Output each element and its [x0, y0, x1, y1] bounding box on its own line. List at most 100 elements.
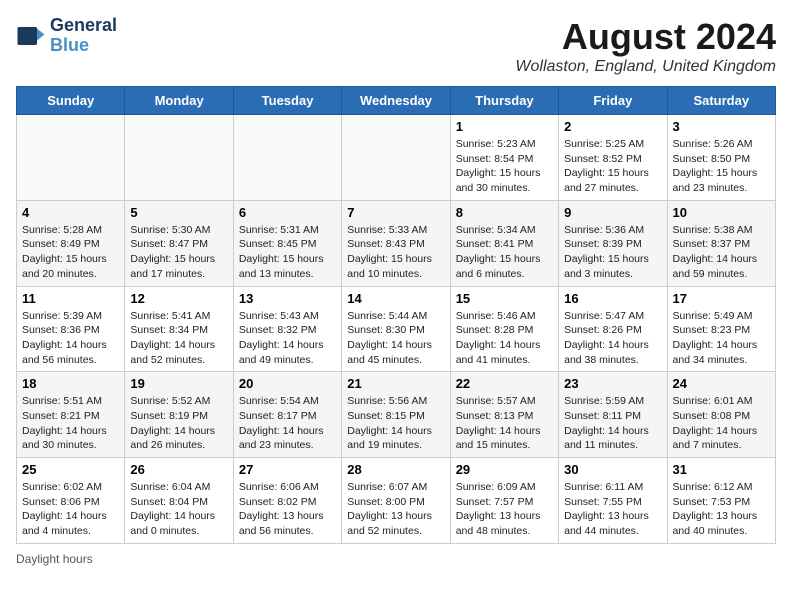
day-info: Sunrise: 5:59 AMSunset: 8:11 PMDaylight:… [564, 394, 661, 453]
calendar-day-cell: 18Sunrise: 5:51 AMSunset: 8:21 PMDayligh… [17, 372, 125, 458]
calendar-day-cell [233, 115, 341, 201]
day-info: Sunrise: 5:54 AMSunset: 8:17 PMDaylight:… [239, 394, 336, 453]
month-year: August 2024 [515, 16, 776, 58]
calendar-week-row: 4 Sunrise: 5:28 AMSunset: 8:49 PMDaylight… [17, 200, 776, 286]
day-info: Sunrise: 6:11 AMSunset: 7:55 PMDaylight:… [564, 480, 661, 539]
day-info: Sunrise: 5:38 AMSunset: 8:37 PMDaylight:… [673, 223, 770, 282]
calendar-day-cell: 12 Sunrise: 5:41 AMSunset: 8:34 PMDayligh… [125, 286, 233, 372]
day-number: 20 [239, 376, 336, 391]
calendar-day-cell: 2 Sunrise: 5:25 AMSunset: 8:52 PMDaylight… [559, 115, 667, 201]
day-number: 29 [456, 462, 553, 477]
calendar-day-cell [342, 115, 450, 201]
day-info: Sunrise: 5:57 AMSunset: 8:13 PMDaylight:… [456, 394, 553, 453]
calendar-day-cell: 26 Sunrise: 6:04 AMSunset: 8:04 PMDayligh… [125, 458, 233, 544]
calendar-day-cell: 8 Sunrise: 5:34 AMSunset: 8:41 PMDaylight… [450, 200, 558, 286]
day-number: 12 [130, 291, 227, 306]
day-number: 26 [130, 462, 227, 477]
day-number: 15 [456, 291, 553, 306]
calendar-day-cell: 20 Sunrise: 5:54 AMSunset: 8:17 PMDayligh… [233, 372, 341, 458]
day-number: 5 [130, 205, 227, 220]
day-number: 13 [239, 291, 336, 306]
day-number: 23 [564, 376, 661, 391]
calendar-day-cell: 9 Sunrise: 5:36 AMSunset: 8:39 PMDaylight… [559, 200, 667, 286]
calendar-day-cell: 24 Sunrise: 6:01 AMSunset: 8:08 PMDayligh… [667, 372, 775, 458]
calendar-week-row: 25Sunrise: 6:02 AMSunset: 8:06 PMDayligh… [17, 458, 776, 544]
day-number: 9 [564, 205, 661, 220]
calendar-day-cell: 28 Sunrise: 6:07 AMSunset: 8:00 PMDayligh… [342, 458, 450, 544]
calendar-header-day: Thursday [450, 87, 558, 115]
day-info: Sunrise: 5:46 AMSunset: 8:28 PMDaylight:… [456, 309, 553, 368]
calendar-footer: Daylight hours [16, 552, 776, 566]
day-number: 28 [347, 462, 444, 477]
calendar-day-cell: 15 Sunrise: 5:46 AMSunset: 8:28 PMDayligh… [450, 286, 558, 372]
calendar-day-cell: 6 Sunrise: 5:31 AMSunset: 8:45 PMDaylight… [233, 200, 341, 286]
day-info: Sunrise: 6:06 AMSunset: 8:02 PMDaylight:… [239, 480, 336, 539]
calendar-header-day: Friday [559, 87, 667, 115]
calendar-day-cell [17, 115, 125, 201]
calendar-day-cell: 25Sunrise: 6:02 AMSunset: 8:06 PMDayligh… [17, 458, 125, 544]
day-info: Sunrise: 5:47 AMSunset: 8:26 PMDaylight:… [564, 309, 661, 368]
calendar-day-cell [125, 115, 233, 201]
logo-text: General Blue [50, 16, 117, 56]
day-info: Sunrise: 5:31 AMSunset: 8:45 PMDaylight:… [239, 223, 336, 282]
day-info: Sunrise: 5:23 AMSunset: 8:54 PMDaylight:… [456, 137, 553, 196]
day-info: Sunrise: 5:43 AMSunset: 8:32 PMDaylight:… [239, 309, 336, 368]
calendar-day-cell: 21Sunrise: 5:56 AMSunset: 8:15 PMDayligh… [342, 372, 450, 458]
logo-icon [16, 21, 46, 51]
day-info: Sunrise: 5:34 AMSunset: 8:41 PMDaylight:… [456, 223, 553, 282]
day-number: 27 [239, 462, 336, 477]
calendar-day-cell: 10 Sunrise: 5:38 AMSunset: 8:37 PMDayligh… [667, 200, 775, 286]
day-number: 16 [564, 291, 661, 306]
day-info: Sunrise: 5:51 AMSunset: 8:21 PMDaylight:… [22, 394, 119, 453]
day-info: Sunrise: 5:25 AMSunset: 8:52 PMDaylight:… [564, 137, 661, 196]
day-number: 8 [456, 205, 553, 220]
day-number: 14 [347, 291, 444, 306]
day-number: 10 [673, 205, 770, 220]
calendar-day-cell: 11Sunrise: 5:39 AMSunset: 8:36 PMDayligh… [17, 286, 125, 372]
day-number: 24 [673, 376, 770, 391]
calendar-header-day: Wednesday [342, 87, 450, 115]
day-info: Sunrise: 5:41 AMSunset: 8:34 PMDaylight:… [130, 309, 227, 368]
day-number: 2 [564, 119, 661, 134]
calendar-day-cell: 14 Sunrise: 5:44 AMSunset: 8:30 PMDayligh… [342, 286, 450, 372]
calendar-week-row: 18Sunrise: 5:51 AMSunset: 8:21 PMDayligh… [17, 372, 776, 458]
day-info: Sunrise: 5:36 AMSunset: 8:39 PMDaylight:… [564, 223, 661, 282]
day-number: 7 [347, 205, 444, 220]
day-info: Sunrise: 6:12 AMSunset: 7:53 PMDaylight:… [673, 480, 770, 539]
day-info: Sunrise: 5:56 AMSunset: 8:15 PMDaylight:… [347, 394, 444, 453]
day-info: Sunrise: 6:04 AMSunset: 8:04 PMDaylight:… [130, 480, 227, 539]
day-number: 17 [673, 291, 770, 306]
location: Wollaston, England, United Kingdom [515, 58, 776, 76]
day-info: Sunrise: 5:28 AMSunset: 8:49 PMDaylight:… [22, 223, 119, 282]
calendar-week-row: 11Sunrise: 5:39 AMSunset: 8:36 PMDayligh… [17, 286, 776, 372]
calendar-day-cell: 30Sunrise: 6:11 AMSunset: 7:55 PMDayligh… [559, 458, 667, 544]
day-info: Sunrise: 5:26 AMSunset: 8:50 PMDaylight:… [673, 137, 770, 196]
calendar-day-cell: 13 Sunrise: 5:43 AMSunset: 8:32 PMDayligh… [233, 286, 341, 372]
calendar-week-row: 1Sunrise: 5:23 AMSunset: 8:54 PMDaylight… [17, 115, 776, 201]
page-header: General Blue August 2024 Wollaston, Engl… [16, 16, 776, 76]
day-number: 22 [456, 376, 553, 391]
calendar-day-cell: 19Sunrise: 5:52 AMSunset: 8:19 PMDayligh… [125, 372, 233, 458]
calendar-day-cell: 1Sunrise: 5:23 AMSunset: 8:54 PMDaylight… [450, 115, 558, 201]
day-number: 6 [239, 205, 336, 220]
calendar-body: 1Sunrise: 5:23 AMSunset: 8:54 PMDaylight… [17, 115, 776, 544]
day-info: Sunrise: 5:30 AMSunset: 8:47 PMDaylight:… [130, 223, 227, 282]
calendar-header-day: Monday [125, 87, 233, 115]
calendar-day-cell: 29 Sunrise: 6:09 AMSunset: 7:57 PMDayligh… [450, 458, 558, 544]
calendar-table: SundayMondayTuesdayWednesdayThursdayFrid… [16, 86, 776, 544]
calendar-day-cell: 16 Sunrise: 5:47 AMSunset: 8:26 PMDayligh… [559, 286, 667, 372]
day-info: Sunrise: 5:49 AMSunset: 8:23 PMDaylight:… [673, 309, 770, 368]
calendar-day-cell: 7Sunrise: 5:33 AMSunset: 8:43 PMDaylight… [342, 200, 450, 286]
day-info: Sunrise: 5:44 AMSunset: 8:30 PMDaylight:… [347, 309, 444, 368]
day-number: 25 [22, 462, 119, 477]
day-number: 4 [22, 205, 119, 220]
footer-text: Daylight hours [16, 552, 93, 566]
calendar-day-cell: 5 Sunrise: 5:30 AMSunset: 8:47 PMDaylight… [125, 200, 233, 286]
calendar-header-row: SundayMondayTuesdayWednesdayThursdayFrid… [17, 87, 776, 115]
calendar-day-cell: 23 Sunrise: 5:59 AMSunset: 8:11 PMDayligh… [559, 372, 667, 458]
day-info: Sunrise: 6:07 AMSunset: 8:00 PMDaylight:… [347, 480, 444, 539]
day-info: Sunrise: 6:01 AMSunset: 8:08 PMDaylight:… [673, 394, 770, 453]
calendar-header-day: Tuesday [233, 87, 341, 115]
day-info: Sunrise: 6:09 AMSunset: 7:57 PMDaylight:… [456, 480, 553, 539]
calendar-day-cell: 17 Sunrise: 5:49 AMSunset: 8:23 PMDayligh… [667, 286, 775, 372]
